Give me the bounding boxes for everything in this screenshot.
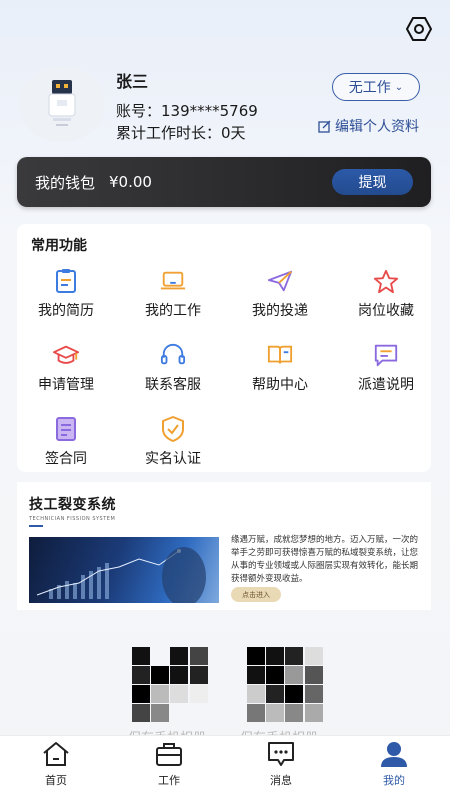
user-icon [359,740,429,768]
total-work-time: 累计工作时长：0天 [116,124,246,142]
edit-icon [318,120,331,133]
headset-icon [160,342,186,368]
banner-description: 缘遇万赋，成就您梦想的地方。迈入万赋，一次的举手之劳即可获得惊喜万赋的私域裂变系… [231,535,419,584]
chevron-down-icon: ⌄ [394,81,404,93]
wallet-label: 我的钱包 [35,173,96,192]
func-my-applications[interactable]: 我的投递 [235,268,325,320]
enter-button[interactable]: 点击进入 [231,587,281,602]
qr-code-image [132,647,208,723]
message-icon [373,342,399,368]
func-label: 我的投递 [252,303,308,319]
shield-check-icon [160,416,186,442]
paper-plane-icon [267,268,293,294]
func-label: 岗位收藏 [358,303,414,319]
func-application-management[interactable]: 申请管理 [21,342,111,394]
func-real-name-verification[interactable]: 实名认证 [128,416,218,468]
work-status-dropdown[interactable]: 无工作 ⌄ [332,73,420,101]
banner-subtitle: TECHNICIAN FISSION SYSTEM [29,516,116,522]
func-label: 我的简历 [38,303,94,319]
business-chart-image [29,537,219,603]
nav-messages[interactable]: 消息 [246,740,316,788]
resume-icon [53,268,79,294]
edit-profile-label: 编辑个人资料 [335,119,419,135]
func-label: 帮助中心 [252,377,308,393]
nav-work[interactable]: 工作 [134,740,204,788]
func-label: 申请管理 [38,377,94,393]
nav-label: 首页 [45,774,67,787]
func-label: 联系客服 [145,377,201,393]
avatar[interactable] [19,66,105,142]
user-name: 张三 [116,72,149,91]
work-status-label: 无工作 [348,80,391,96]
func-label: 签合同 [45,451,87,467]
wallet-balance: ¥0.00 [109,173,152,191]
nav-label: 我的 [383,774,405,787]
wallet-bar[interactable]: 我的钱包 ¥0.00 提现 [17,157,431,207]
fission-system-banner[interactable]: 技工裂变系统 TECHNICIAN FISSION SYSTEM 缘遇万赋，成就… [17,482,431,610]
func-my-work[interactable]: 我的工作 [128,268,218,320]
func-label: 我的工作 [145,303,201,319]
edit-profile-link[interactable]: 编辑个人资料 [318,116,419,136]
func-contact-support[interactable]: 联系客服 [128,342,218,394]
bottom-nav: 首页 工作 消息 我的 [0,735,450,801]
home-icon [21,740,91,768]
star-icon [373,268,399,294]
common-functions-title: 常用功能 [31,238,87,254]
document-icon [53,416,79,442]
chat-icon [246,740,316,768]
func-sign-contract[interactable]: 签合同 [21,416,111,468]
func-dispatch-instructions[interactable]: 派遣说明 [341,342,431,394]
banner-title: 技工裂变系统 [29,497,116,513]
func-my-resume[interactable]: 我的简历 [21,268,111,320]
account-number: 账号：139****5769 [116,102,258,120]
banner-divider [29,525,43,527]
withdraw-button[interactable]: 提现 [332,169,413,195]
func-label: 实名认证 [145,451,201,467]
laptop-icon [160,268,186,294]
briefcase-icon [134,740,204,768]
func-label: 派遣说明 [358,377,414,393]
settings-hexagon-icon[interactable] [404,14,434,44]
nav-label: 消息 [270,774,292,787]
nav-home[interactable]: 首页 [21,740,91,788]
common-functions-card: 常用功能 我的简历 我的工作 我的投递 岗位收藏 申请管理 联系客服 帮助中心 … [17,224,431,472]
nav-mine[interactable]: 我的 [359,740,429,788]
func-job-favorites[interactable]: 岗位收藏 [341,268,431,320]
qr-code-image [247,647,323,723]
book-icon [267,342,293,368]
func-help-center[interactable]: 帮助中心 [235,342,325,394]
graduation-cap-icon [53,342,79,368]
nav-label: 工作 [158,774,180,787]
